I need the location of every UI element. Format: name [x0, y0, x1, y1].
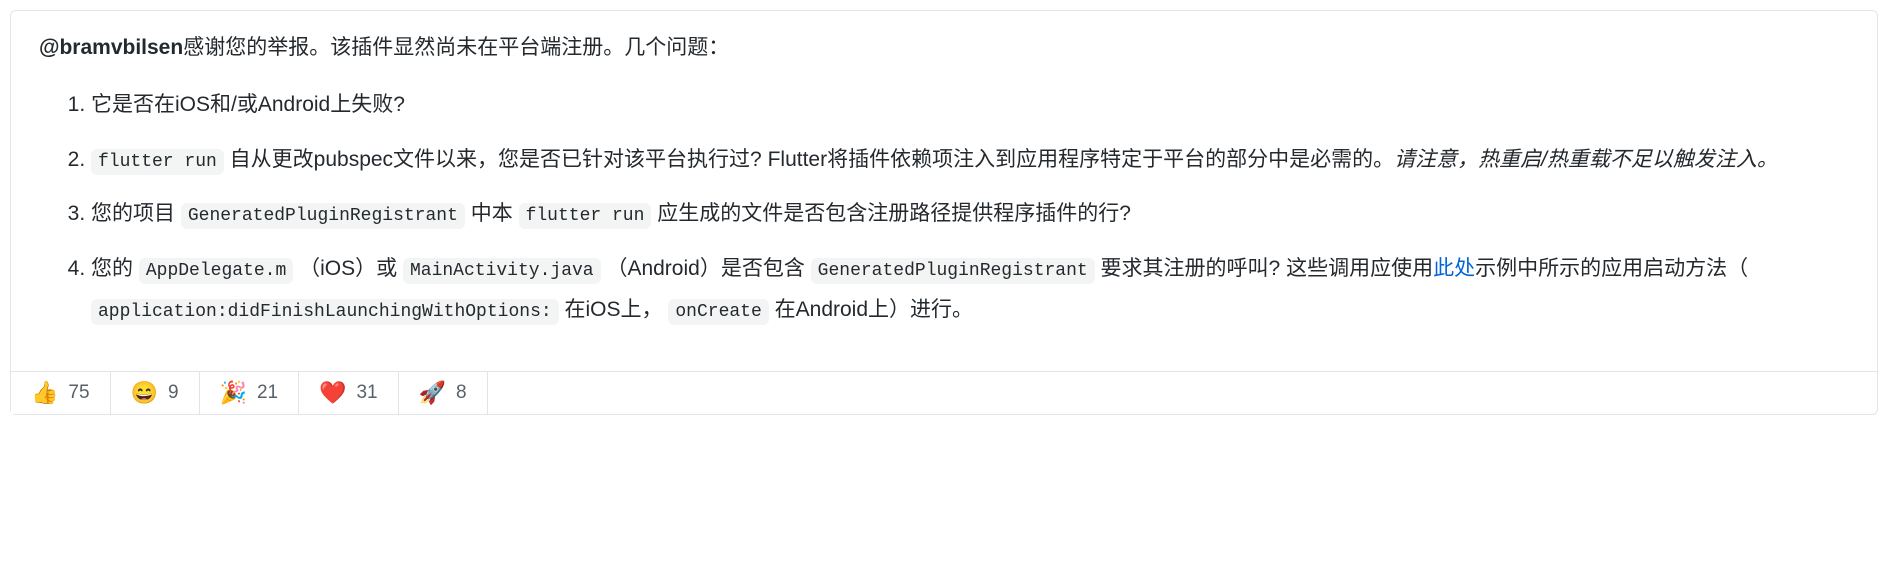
reaction-count: 21 [257, 382, 278, 404]
reaction-count: 8 [456, 382, 467, 404]
code-mainactivity: MainActivity.java [403, 258, 601, 284]
reaction-heart[interactable]: ❤️ 31 [299, 372, 399, 414]
intro-text: 感谢您的举报。该插件显然尚未在平台端注册。几个问题： [183, 36, 729, 59]
q3-before: 您的项目 [91, 202, 181, 225]
intro-paragraph: @bramvbilsen感谢您的举报。该插件显然尚未在平台端注册。几个问题： [39, 31, 1849, 65]
q4-android: （Android）是否包含 [601, 257, 811, 280]
comment-body: @bramvbilsen感谢您的举报。该插件显然尚未在平台端注册。几个问题： 它… [11, 11, 1877, 371]
q4-end: 在Android上）进行。 [769, 298, 973, 321]
q4-before: 您的 [91, 257, 139, 280]
q2-italic-note: 请注意，热重启/热重载不足以触发注入。 [1394, 148, 1778, 171]
q3-middle: 中本 [465, 202, 519, 225]
question-item-4: 您的 AppDelegate.m （iOS）或 MainActivity.jav… [91, 249, 1849, 331]
reactions-bar: 👍 75 😄 9 🎉 21 ❤️ 31 🚀 8 [11, 371, 1877, 414]
comment-container: @bramvbilsen感谢您的举报。该插件显然尚未在平台端注册。几个问题： 它… [10, 10, 1878, 415]
reaction-count: 75 [68, 382, 89, 404]
reaction-thumbs-up[interactable]: 👍 75 [11, 372, 111, 414]
tada-icon: 🎉 [220, 382, 247, 404]
thumbs-up-icon: 👍 [31, 382, 58, 404]
question-item-1: 它是否在iOS和/或Android上失败? [91, 85, 1849, 126]
code-flutter-run: flutter run [91, 149, 224, 175]
reaction-tada[interactable]: 🎉 21 [200, 372, 300, 414]
question-item-3: 您的项目 GeneratedPluginRegistrant 中本 flutte… [91, 194, 1849, 235]
rocket-icon: 🚀 [419, 382, 446, 404]
q4-ios2: 在iOS上， [559, 298, 669, 321]
q2-text-after: 自从更改pubspec文件以来，您是否已针对该平台执行过? Flutter将插件… [224, 148, 1394, 171]
q4-after-gpr: 要求其注册的呼叫? 这些调用应使用 [1095, 257, 1433, 280]
q4-ios: （iOS）或 [293, 257, 403, 280]
code-gpr-2: GeneratedPluginRegistrant [811, 258, 1095, 284]
heart-icon: ❤️ [319, 382, 346, 404]
question-list: 它是否在iOS和/或Android上失败? flutter run 自从更改pu… [39, 85, 1849, 332]
reaction-count: 31 [356, 382, 377, 404]
code-appdelegate: AppDelegate.m [139, 258, 293, 284]
code-flutter-run-2: flutter run [519, 203, 652, 229]
reaction-count: 9 [168, 382, 179, 404]
laugh-icon: 😄 [131, 382, 158, 404]
q1-text: 它是否在iOS和/或Android上失败? [91, 93, 405, 116]
reaction-rocket[interactable]: 🚀 8 [399, 372, 488, 414]
reaction-laugh[interactable]: 😄 9 [111, 372, 200, 414]
q4-after-link: 示例中所示的应用启动方法（ [1475, 257, 1748, 280]
q3-after: 应生成的文件是否包含注册路径提供程序插件的行? [651, 202, 1131, 225]
question-item-2: flutter run 自从更改pubspec文件以来，您是否已针对该平台执行过… [91, 140, 1849, 181]
code-generated-plugin-registrant: GeneratedPluginRegistrant [181, 203, 465, 229]
user-mention[interactable]: @bramvbilsen [39, 36, 183, 59]
code-oncreate: onCreate [668, 299, 768, 325]
example-link[interactable]: 此处 [1433, 257, 1475, 280]
code-didfinishlaunching: application:didFinishLaunchingWithOption… [91, 299, 559, 325]
